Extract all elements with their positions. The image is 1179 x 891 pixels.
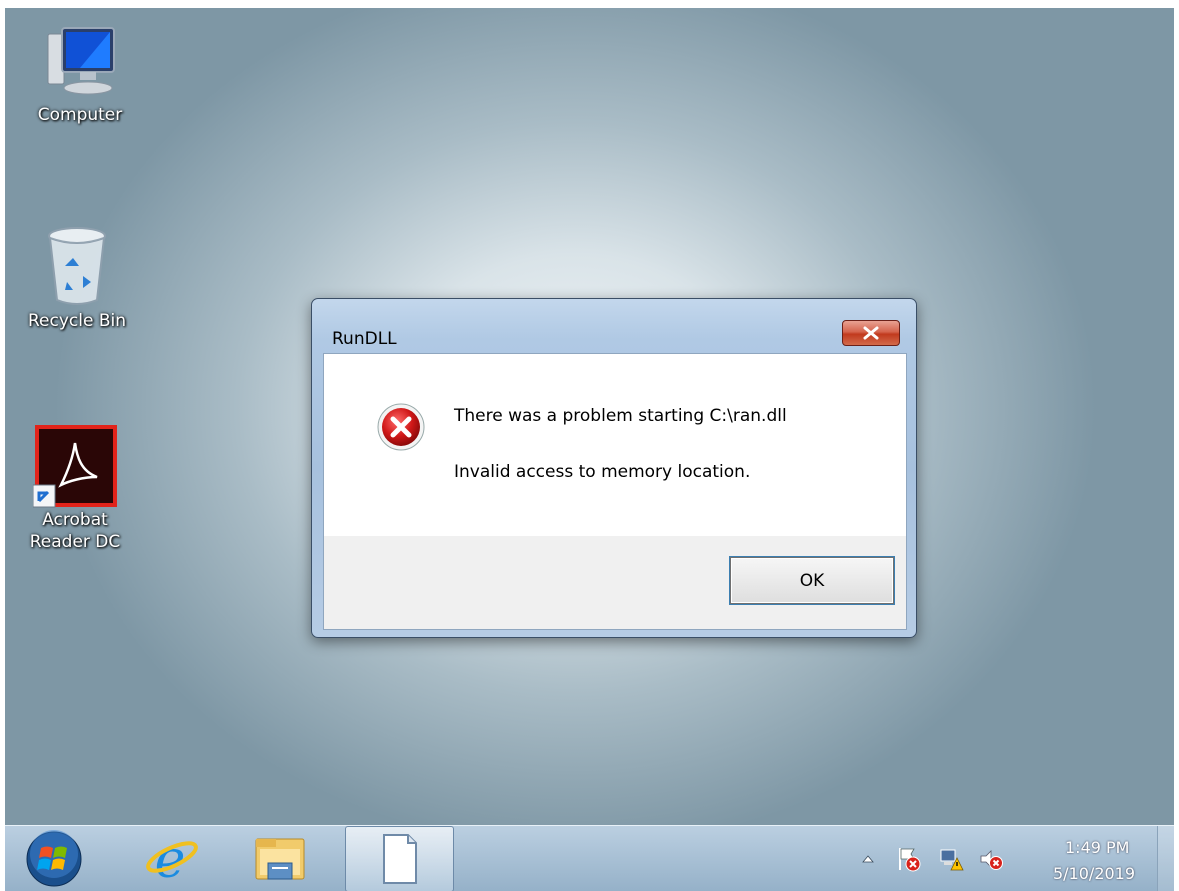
taskbar-windows-explorer[interactable] [235,826,325,891]
error-message: There was a problem starting C:\ran.dll [454,406,787,426]
network-warning-icon [940,849,964,871]
taskbar-internet-explorer[interactable]: e [125,826,215,891]
svg-text:e: e [155,833,186,885]
tray-network[interactable] [935,826,967,891]
tray-action-center[interactable] [893,826,925,891]
action-center-flag-icon [899,848,921,872]
show-hidden-icons [862,855,874,863]
acrobat-reader-icon [32,423,117,509]
clock-time[interactable]: 1:49 PM [1065,838,1129,857]
close-icon [863,326,879,340]
taskbar: e 1:49 PM 5/10/2019 [5,825,1174,891]
internet-explorer-icon: e [146,833,198,885]
close-button[interactable] [842,320,900,346]
show-desktop-button[interactable] [1157,826,1174,891]
computer-icon [40,24,120,104]
desktop-icon-computer[interactable]: Computer [25,24,135,126]
desktop-icon-acrobat-reader[interactable]: Acrobat Reader DC [20,423,130,553]
desktop-icon-recycle-bin[interactable]: Recycle Bin [22,224,132,332]
blank-document-icon [382,834,417,884]
start-orb-icon [26,830,82,887]
desktop: Computer Recycle Bin Acrobat Reader DC R… [5,8,1174,891]
taskbar-rundll-window[interactable] [345,826,454,891]
recycle-bin-icon [37,224,117,310]
dialog-message-area: There was a problem starting C:\ran.dll … [324,354,906,536]
windows-explorer-icon [255,838,305,880]
dialog-title: RunDLL [332,329,397,349]
clock-date[interactable]: 5/10/2019 [1053,864,1135,883]
show-hidden-icons-button[interactable] [855,826,881,891]
volume-muted-icon [980,850,1003,870]
desktop-icon-label: Computer [37,105,123,125]
ok-button[interactable]: OK [730,557,894,604]
error-detail: Invalid access to memory location. [454,462,751,482]
desktop-icon-label-line1: Acrobat [42,510,108,530]
rundll-error-dialog: RunDLL There was a problem starting C:\r… [311,298,917,638]
start-button[interactable] [15,826,93,891]
tray-volume[interactable] [975,826,1007,891]
dialog-client-area: There was a problem starting C:\ran.dll … [323,353,907,630]
desktop-icon-label-line2: Reader DC [29,532,121,552]
desktop-icon-label: Recycle Bin [27,311,126,331]
error-icon [376,402,426,457]
